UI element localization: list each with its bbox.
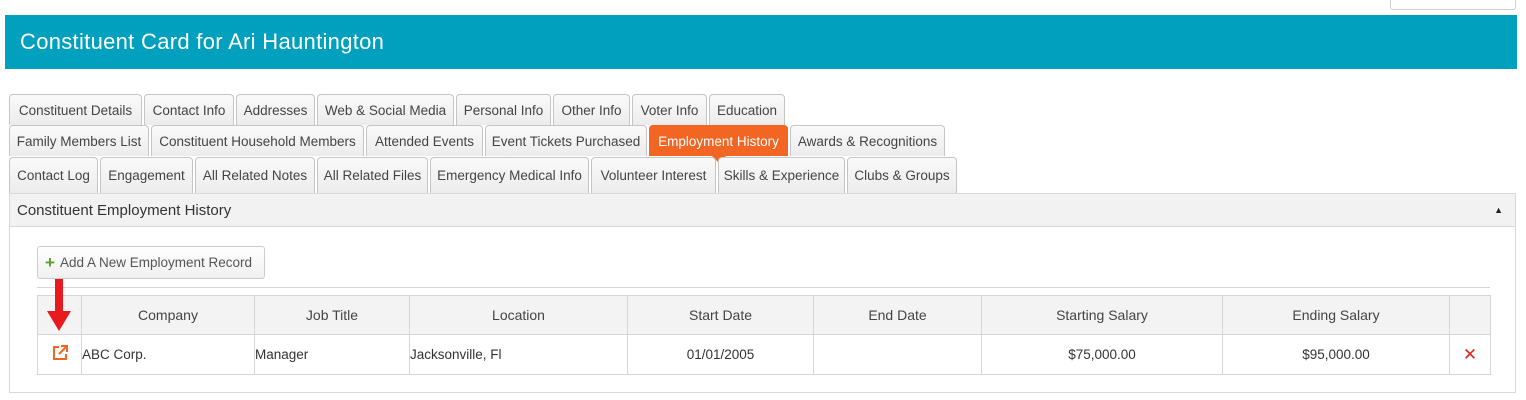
delete-cell: ✕	[1449, 334, 1491, 375]
tab-clubs-groups[interactable]: Clubs & Groups	[847, 157, 957, 193]
divider	[37, 287, 1490, 288]
delete-x-icon[interactable]: ✕	[1463, 345, 1477, 364]
tab-emergency-medical-info[interactable]: Emergency Medical Info	[430, 157, 589, 193]
external-link-icon[interactable]	[51, 344, 69, 365]
tab-contact-info[interactable]: Contact Info	[144, 94, 234, 125]
column-header-ending-salary[interactable]: Ending Salary	[1222, 295, 1450, 335]
column-header-starting-salary[interactable]: Starting Salary	[981, 295, 1223, 335]
employment-table: Company Job Title Location Start Date En…	[37, 295, 1491, 375]
top-right-control	[1390, 0, 1516, 10]
column-header-start-date[interactable]: Start Date	[627, 295, 814, 335]
table-header-row: Company Job Title Location Start Date En…	[37, 295, 1491, 335]
page-title: Constituent Card for Ari Hauntington	[20, 29, 385, 54]
column-header-end-date[interactable]: End Date	[813, 295, 982, 335]
tab-row-1: Constituent Details Contact Info Address…	[9, 94, 787, 125]
edit-cell	[37, 334, 82, 375]
panel-title: Constituent Employment History	[17, 201, 232, 219]
cell-end-date	[813, 334, 982, 375]
tab-skills-experience[interactable]: Skills & Experience	[718, 157, 845, 193]
cell-start-date: 01/01/2005	[627, 334, 814, 375]
add-employment-record-button[interactable]: + Add A New Employment Record	[37, 246, 265, 279]
tab-event-tickets-purchased[interactable]: Event Tickets Purchased	[485, 125, 647, 156]
column-header-location[interactable]: Location	[409, 295, 628, 335]
tab-row-3: Contact Log Engagement All Related Notes…	[9, 157, 959, 193]
cell-ending-salary: $95,000.00	[1222, 334, 1450, 375]
tab-row-2: Family Members List Constituent Househol…	[9, 125, 947, 163]
tab-addresses[interactable]: Addresses	[236, 94, 315, 125]
cell-location: Jacksonville, Fl	[409, 334, 628, 375]
card-title-bar: Constituent Card for Ari Hauntington	[5, 15, 1517, 69]
add-employment-record-label: Add A New Employment Record	[59, 255, 253, 270]
employment-history-panel: Constituent Employment History ▲ + Add A…	[9, 193, 1516, 393]
tab-constituent-details[interactable]: Constituent Details	[9, 94, 142, 125]
tab-volunteer-interest[interactable]: Volunteer Interest	[591, 157, 716, 193]
annotation-arrow-icon	[47, 279, 71, 331]
column-header-delete	[1449, 295, 1491, 335]
tab-all-related-files[interactable]: All Related Files	[317, 157, 428, 193]
cell-job-title: Manager	[254, 334, 410, 375]
tab-constituent-household-members[interactable]: Constituent Household Members	[151, 125, 364, 156]
collapse-arrow-icon[interactable]: ▲	[1494, 205, 1503, 215]
tab-personal-info[interactable]: Personal Info	[456, 94, 551, 125]
cell-starting-salary: $75,000.00	[981, 334, 1223, 375]
tab-web-social-media[interactable]: Web & Social Media	[317, 94, 454, 125]
tab-voter-info[interactable]: Voter Info	[632, 94, 707, 125]
tab-attended-events[interactable]: Attended Events	[366, 125, 483, 156]
tab-employment-history[interactable]: Employment History	[649, 125, 788, 163]
tab-awards-recognitions[interactable]: Awards & Recognitions	[790, 125, 945, 156]
tab-engagement[interactable]: Engagement	[100, 157, 193, 193]
table-row: ABC Corp. Manager Jacksonville, Fl 01/01…	[37, 334, 1491, 375]
tab-all-related-notes[interactable]: All Related Notes	[195, 157, 315, 193]
panel-header[interactable]: Constituent Employment History ▲	[10, 194, 1515, 227]
cell-company: ABC Corp.	[81, 334, 255, 375]
tab-family-members-list[interactable]: Family Members List	[9, 125, 149, 156]
tab-contact-log[interactable]: Contact Log	[9, 157, 98, 193]
tab-other-info[interactable]: Other Info	[553, 94, 630, 125]
tab-education[interactable]: Education	[709, 94, 785, 125]
plus-icon: +	[45, 253, 55, 272]
column-header-company[interactable]: Company	[81, 295, 255, 335]
column-header-job-title[interactable]: Job Title	[254, 295, 410, 335]
